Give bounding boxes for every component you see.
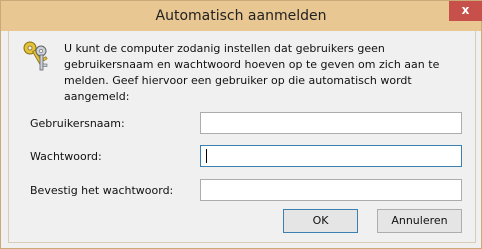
close-button[interactable]: x — [449, 1, 482, 21]
title-bar[interactable]: Automatisch aanmelden x — [1, 1, 482, 31]
username-input[interactable] — [200, 112, 462, 134]
keys-icon — [23, 41, 48, 71]
cancel-button[interactable]: Annuleren — [377, 209, 462, 233]
description-text: U kunt de computer zodanig instellen dat… — [64, 42, 440, 103]
text-caret — [206, 149, 207, 163]
confirm-password-label: Bevestig het wachtwoord: — [30, 184, 174, 197]
password-input[interactable] — [200, 145, 462, 167]
window-title: Automatisch aanmelden — [155, 8, 327, 24]
password-label: Wachtwoord: — [30, 150, 102, 163]
dialog-window: Automatisch aanmelden x U kunt de comput… — [0, 0, 482, 249]
dialog-content: U kunt de computer zodanig instellen dat… — [8, 31, 476, 243]
username-label: Gebruikersnaam: — [30, 117, 125, 130]
ok-button[interactable]: OK — [283, 209, 358, 233]
confirm-password-input[interactable] — [200, 179, 462, 201]
